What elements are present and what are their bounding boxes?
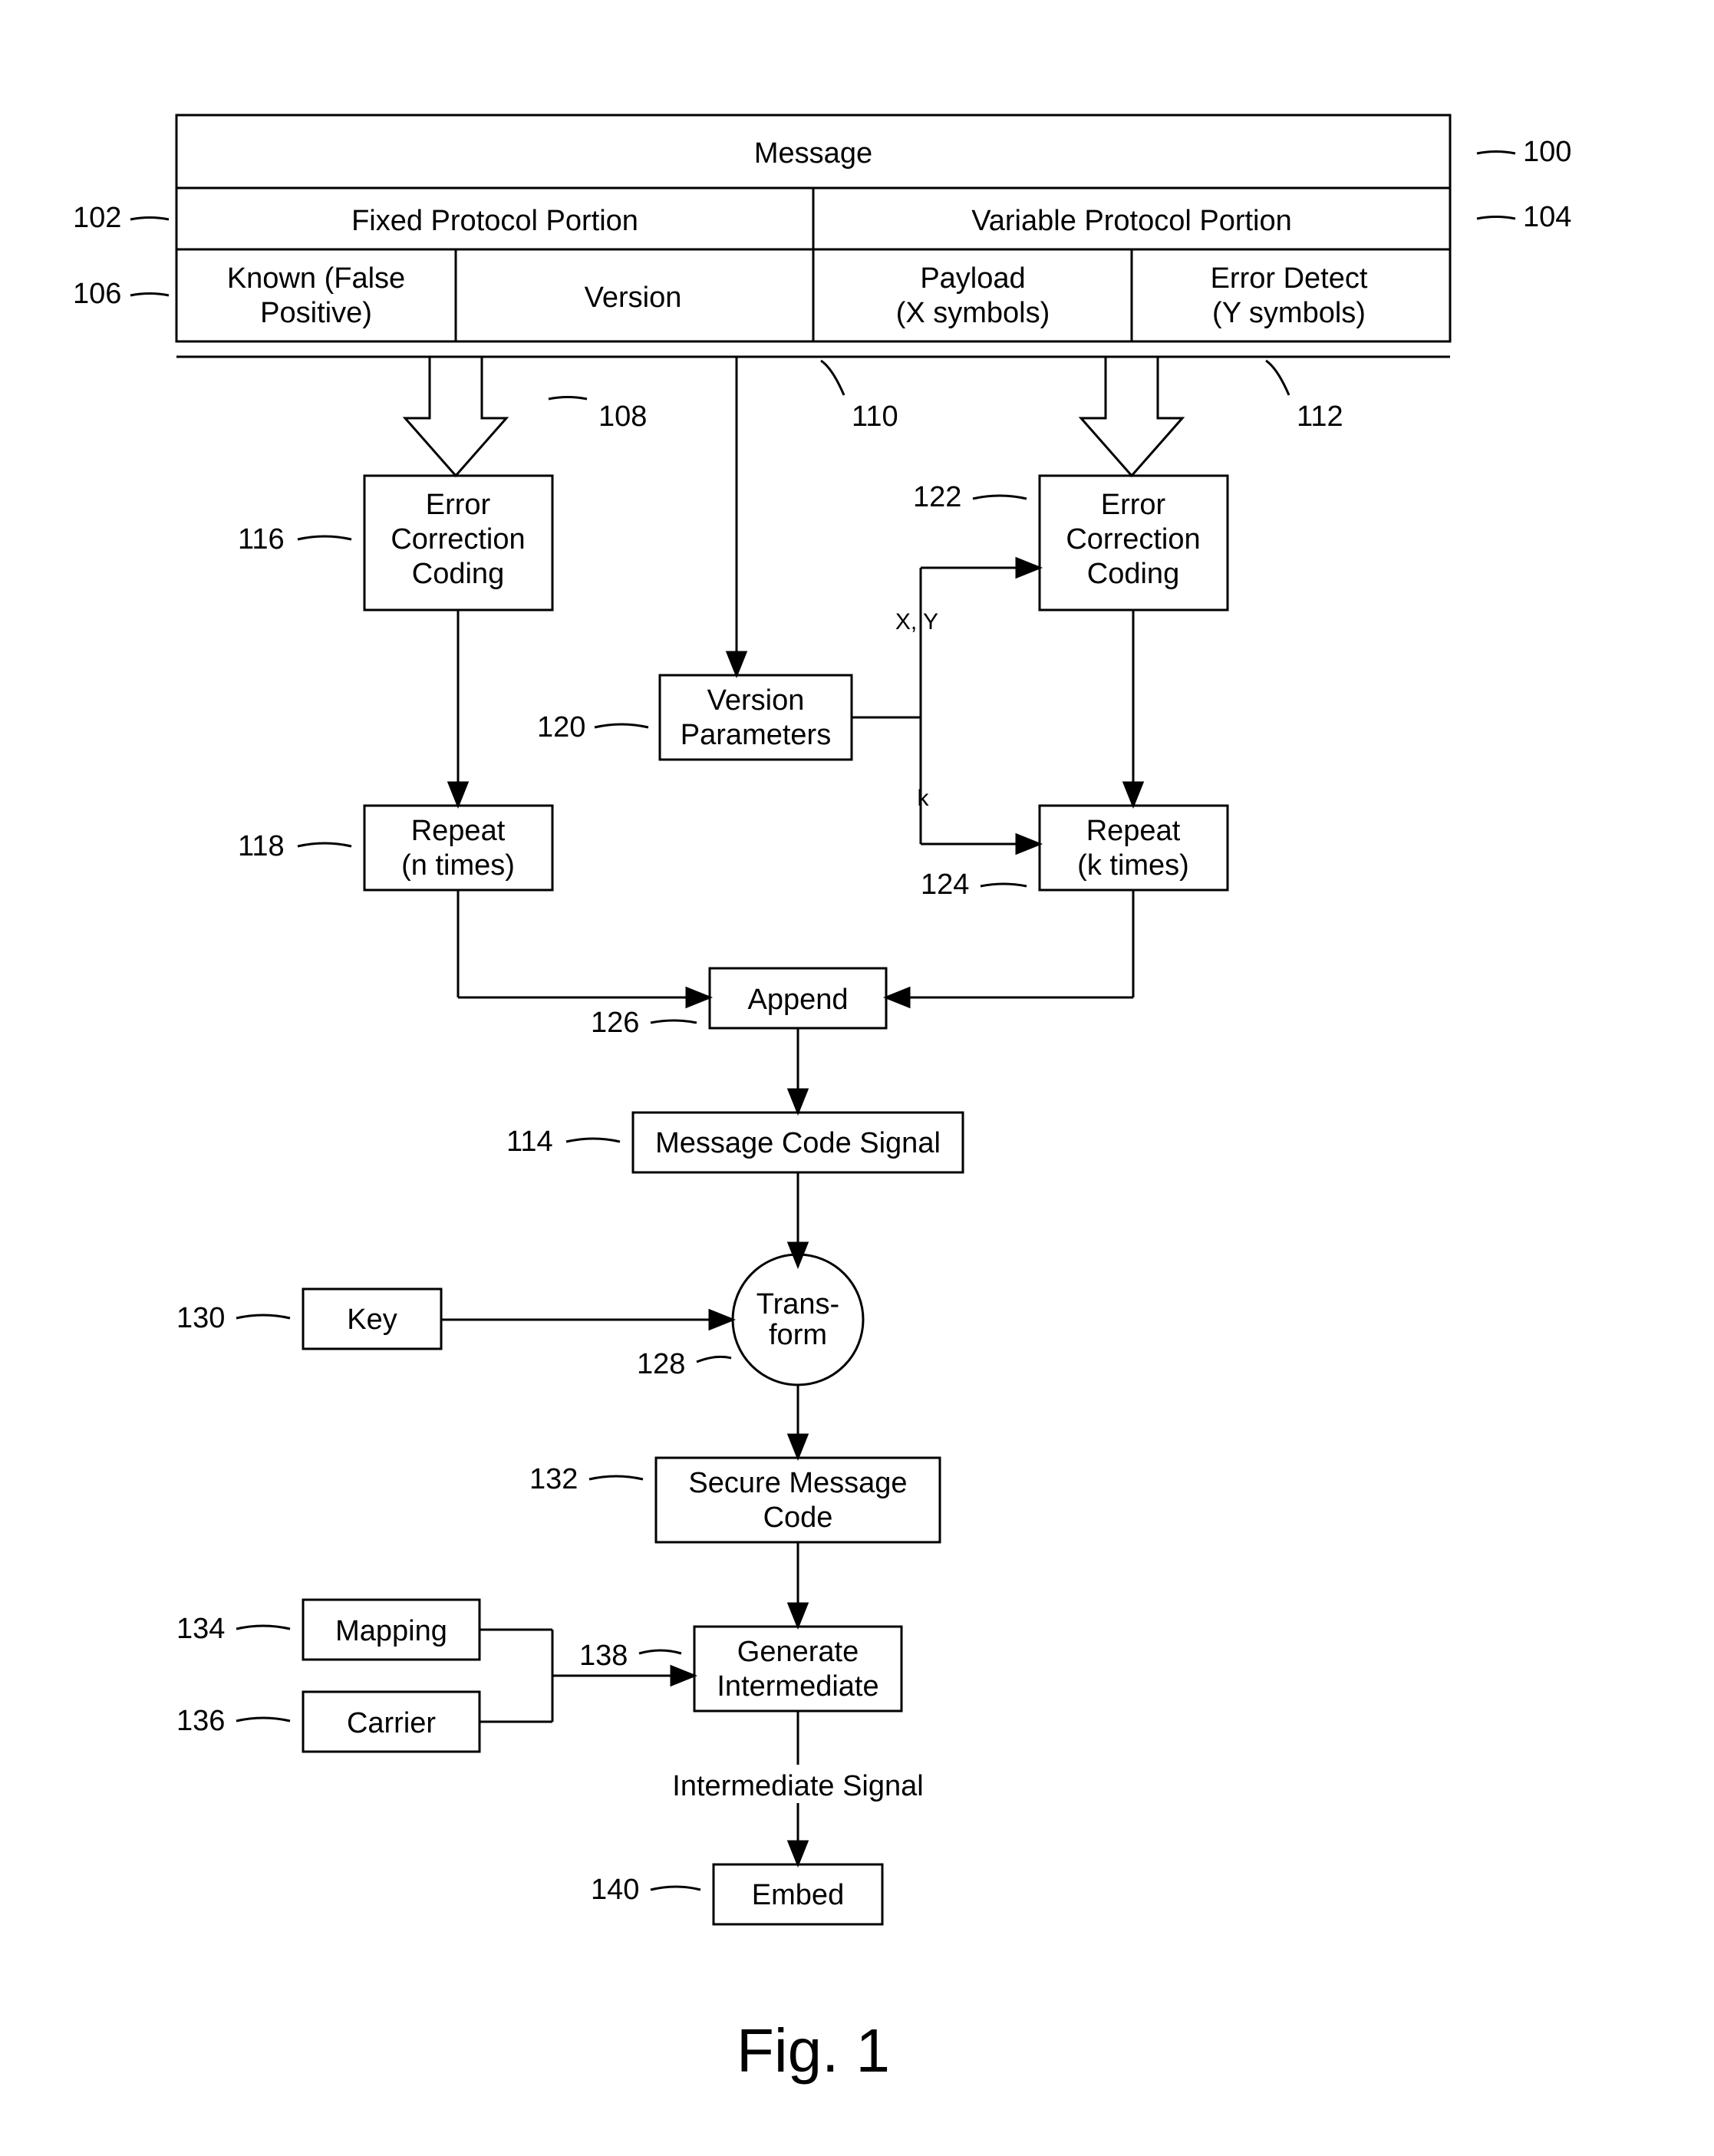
smc-box: Secure Message Code xyxy=(656,1458,940,1542)
key-label: Key xyxy=(347,1304,397,1336)
ref-128: 128 xyxy=(637,1348,685,1380)
header-fixed: Fixed Protocol Portion xyxy=(351,205,638,237)
ecc2-l3: Coding xyxy=(1087,558,1179,590)
gi-l1: Generate xyxy=(737,1636,859,1668)
append-box: Append xyxy=(710,968,886,1028)
append-label: Append xyxy=(747,984,848,1016)
vp-l2: Parameters xyxy=(681,719,831,751)
carrier-label: Carrier xyxy=(347,1707,436,1739)
ref-102: 102 xyxy=(73,202,121,234)
repeat2-l2: (k times) xyxy=(1077,849,1189,882)
header-message: Message xyxy=(754,137,872,170)
ref-120: 120 xyxy=(537,711,585,743)
ref-110: 110 xyxy=(852,401,898,433)
embed-label: Embed xyxy=(752,1879,844,1911)
ref-106: 106 xyxy=(73,278,121,310)
header-payload-l2: (X symbols) xyxy=(896,297,1050,329)
repeat2-l1: Repeat xyxy=(1086,815,1181,847)
header-variable: Variable Protocol Portion xyxy=(971,205,1292,237)
to-append-right xyxy=(886,890,1133,1007)
intsig-label: Intermediate Signal xyxy=(672,1770,923,1802)
transform-circle: Trans- form xyxy=(733,1254,863,1385)
mapping-box: Mapping xyxy=(303,1600,480,1660)
ecc2-l1: Error xyxy=(1101,489,1166,521)
ref-134: 134 xyxy=(176,1613,225,1645)
header-table: Message Fixed Protocol Portion Variable … xyxy=(176,115,1450,357)
vp-box: Version Parameters xyxy=(660,675,852,760)
ref-122: 122 xyxy=(913,481,961,513)
header-error-l1: Error Detect xyxy=(1211,262,1368,295)
gi-box: Generate Intermediate xyxy=(694,1627,901,1711)
header-version: Version xyxy=(585,282,682,314)
diagram-canvas: Message Fixed Protocol Portion Variable … xyxy=(0,0,1714,2156)
vp-out: X, Y k xyxy=(852,559,1040,853)
ref-130: 130 xyxy=(176,1302,225,1334)
ref-112: 112 xyxy=(1297,401,1343,433)
repeat2-box: Repeat (k times) xyxy=(1040,806,1228,890)
ref-136: 136 xyxy=(176,1705,225,1737)
ref-138: 138 xyxy=(579,1640,628,1672)
header-known-l2: Positive) xyxy=(260,297,372,329)
repeat1-l1: Repeat xyxy=(411,815,506,847)
mapping-label: Mapping xyxy=(335,1615,447,1647)
ecc1-box: Error Correction Coding xyxy=(364,476,552,610)
gi-l2: Intermediate xyxy=(717,1670,878,1703)
wide-arrow-right xyxy=(1081,357,1182,476)
wide-arrow-left xyxy=(405,357,506,476)
header-known-l1: Known (False xyxy=(227,262,405,295)
k-label: k xyxy=(918,786,930,811)
repeat1-box: Repeat (n times) xyxy=(364,806,552,890)
ecc2-box: Error Correction Coding xyxy=(1040,476,1228,610)
repeat1-l2: (n times) xyxy=(401,849,515,882)
ref-132: 132 xyxy=(529,1463,578,1495)
ecc1-l3: Coding xyxy=(412,558,504,590)
header-payload-l1: Payload xyxy=(920,262,1025,295)
embed-box: Embed xyxy=(714,1864,882,1924)
ref-140: 140 xyxy=(591,1874,639,1906)
smc-l2: Code xyxy=(763,1502,833,1534)
ref-126: 126 xyxy=(591,1007,639,1039)
trans-l2: form xyxy=(769,1319,827,1351)
mcs-box: Message Code Signal xyxy=(633,1113,963,1172)
ecc1-l2: Correction xyxy=(391,523,525,555)
ref-104: 104 xyxy=(1523,201,1571,233)
smc-l1: Secure Message xyxy=(688,1467,907,1499)
ref-108: 108 xyxy=(598,401,647,433)
vp-l1: Version xyxy=(707,684,805,717)
ref-100: 100 xyxy=(1523,136,1571,168)
trans-l1: Trans- xyxy=(756,1288,839,1320)
carrier-box: Carrier xyxy=(303,1692,480,1752)
ref-114: 114 xyxy=(506,1126,553,1158)
header-error-l2: (Y symbols) xyxy=(1212,297,1366,329)
key-box: Key xyxy=(303,1289,441,1349)
to-append-left xyxy=(458,890,710,1007)
ecc2-l2: Correction xyxy=(1066,523,1200,555)
ref-118: 118 xyxy=(238,830,285,862)
figure-label: Fig. 1 xyxy=(737,2016,890,2085)
ecc1-l1: Error xyxy=(426,489,491,521)
ref-116: 116 xyxy=(238,523,285,555)
ref-124: 124 xyxy=(921,869,969,901)
arrow-version-to-vp xyxy=(727,357,746,675)
mcs-label: Message Code Signal xyxy=(655,1127,941,1159)
xy-label: X, Y xyxy=(895,609,938,635)
